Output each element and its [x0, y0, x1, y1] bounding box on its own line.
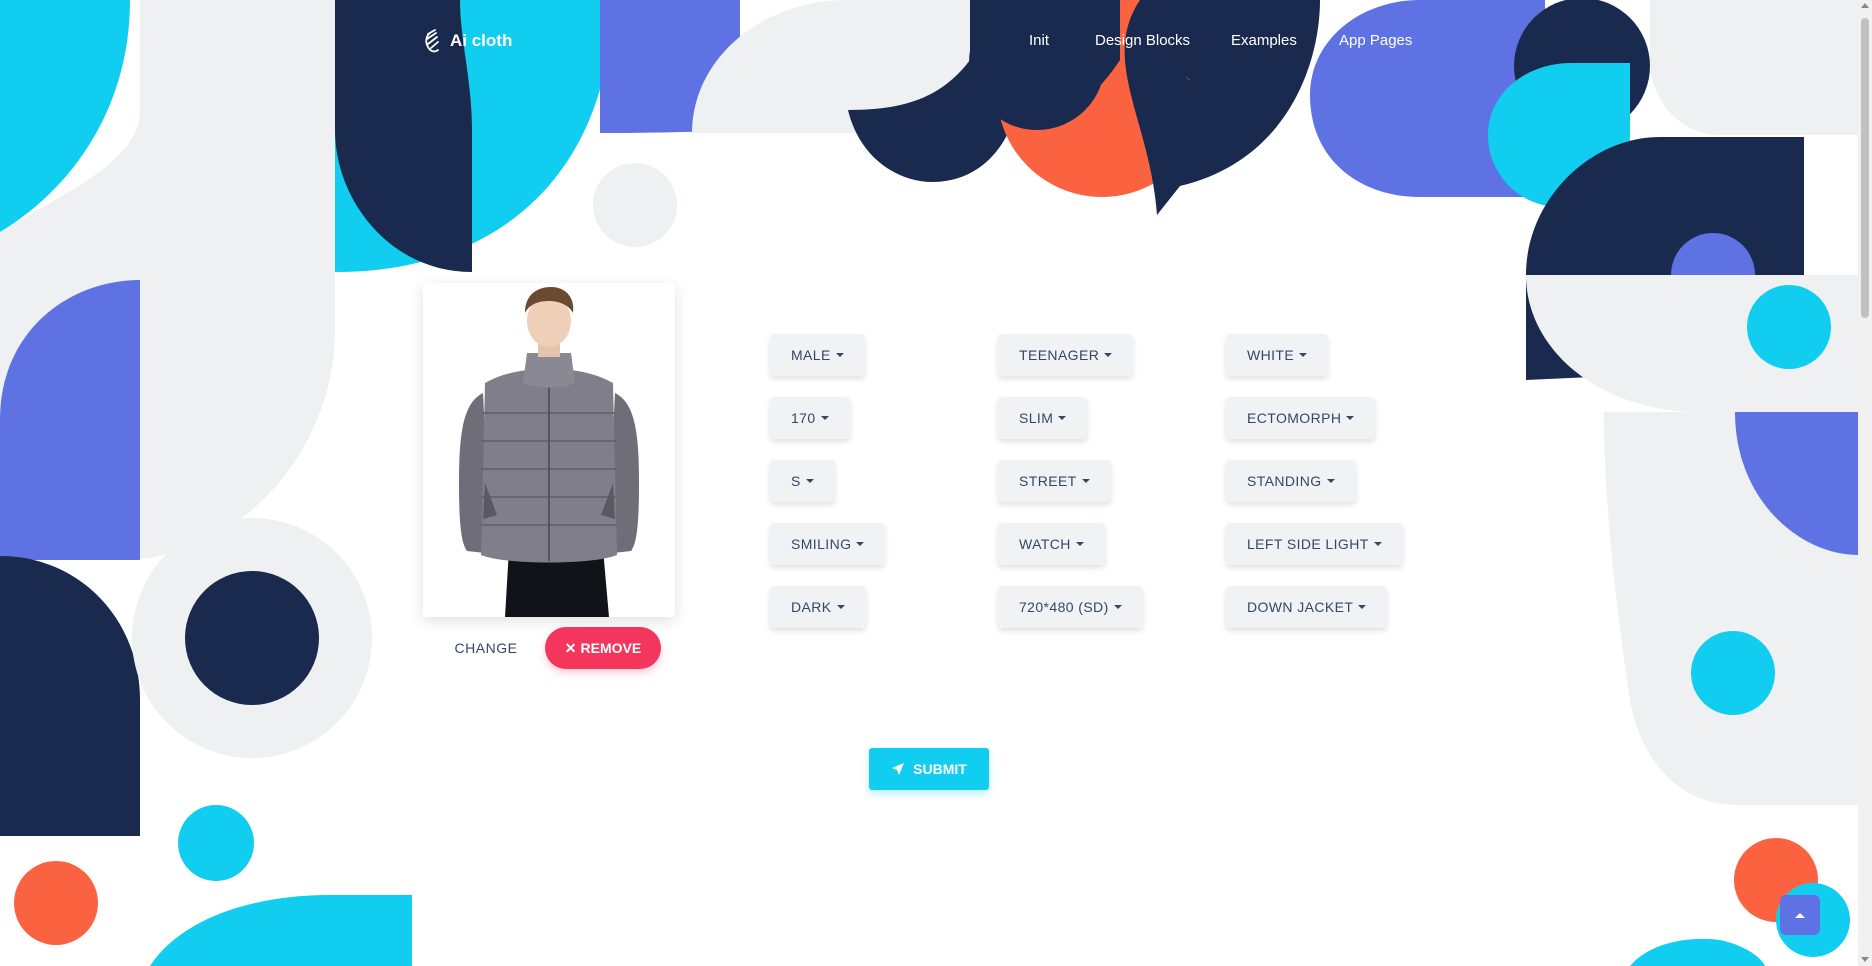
dropdown-pose-value: STANDING: [1247, 473, 1322, 489]
caret-down-icon: [835, 353, 844, 357]
caret-down-icon: [1081, 479, 1090, 483]
dropdown-garment-value: DOWN JACKET: [1247, 599, 1354, 615]
dropdown-lighting-value: LEFT SIDE LIGHT: [1247, 536, 1369, 552]
nav-link-init[interactable]: Init: [1029, 32, 1049, 49]
brand-name: Ai cloth: [450, 31, 513, 50]
dropdown-age[interactable]: TEENAGER: [998, 334, 1134, 376]
model-photo-image: [423, 283, 675, 617]
caret-down-icon: [1104, 353, 1113, 357]
send-icon: [892, 763, 905, 775]
page-scrollbar[interactable]: [1858, 0, 1872, 966]
scroll-down-arrow-icon[interactable]: [1861, 957, 1869, 962]
dropdown-build[interactable]: SLIM: [998, 397, 1088, 439]
dropdown-build-value: SLIM: [1019, 410, 1054, 426]
caret-down-icon: [1346, 416, 1355, 420]
caret-down-icon: [1058, 416, 1067, 420]
dropdown-resolution-value: 720*480 (SD): [1019, 599, 1109, 615]
dropdown-gender-value: MALE: [791, 347, 831, 363]
nav-link-examples[interactable]: Examples: [1231, 32, 1297, 49]
scroll-thumb[interactable]: [1861, 18, 1869, 318]
scroll-to-top-button[interactable]: [1780, 895, 1820, 935]
dropdown-expression[interactable]: SMILING: [770, 523, 886, 565]
nav-link-app-pages[interactable]: App Pages: [1339, 32, 1412, 49]
chevron-up-icon: [1795, 913, 1805, 918]
brand-logo[interactable]: Ai cloth: [424, 28, 512, 54]
dropdown-gender[interactable]: MALE: [770, 334, 865, 376]
submit-button[interactable]: SUBMIT: [869, 748, 989, 790]
dropdown-size-value: S: [791, 473, 801, 489]
dropdown-size[interactable]: S: [770, 460, 835, 502]
close-icon: ✕: [564, 639, 577, 656]
dropdown-lighting[interactable]: LEFT SIDE LIGHT: [1226, 523, 1403, 565]
dropdown-hair[interactable]: DARK: [770, 586, 866, 628]
dropdown-body-type-value: ECTOMORPH: [1247, 410, 1342, 426]
dropdown-expression-value: SMILING: [791, 536, 852, 552]
caret-down-icon: [1113, 605, 1122, 609]
dropdown-body-type[interactable]: ECTOMORPH: [1226, 397, 1376, 439]
dropdown-height[interactable]: 170: [770, 397, 850, 439]
nav-link-design-blocks[interactable]: Design Blocks: [1095, 32, 1190, 49]
change-button[interactable]: CHANGE: [448, 627, 524, 669]
dropdown-accessory[interactable]: WATCH: [998, 523, 1105, 565]
caret-down-icon: [1326, 479, 1335, 483]
background-shapes: [0, 0, 1858, 966]
dropdown-garment[interactable]: DOWN JACKET: [1226, 586, 1388, 628]
caret-down-icon: [820, 416, 829, 420]
caret-down-icon: [836, 605, 845, 609]
dropdown-resolution[interactable]: 720*480 (SD): [998, 586, 1143, 628]
dropdown-hair-value: DARK: [791, 599, 832, 615]
dropdown-scene[interactable]: STREET: [998, 460, 1111, 502]
hand-logo-icon: [425, 29, 439, 53]
dropdown-height-value: 170: [791, 410, 816, 426]
caret-down-icon: [1373, 542, 1382, 546]
dropdown-pose[interactable]: STANDING: [1226, 460, 1356, 502]
caret-down-icon: [1358, 605, 1367, 609]
caret-down-icon: [856, 542, 865, 546]
remove-label: REMOVE: [580, 640, 642, 656]
caret-down-icon: [1299, 353, 1308, 357]
dropdown-age-value: TEENAGER: [1019, 347, 1100, 363]
caret-down-icon: [1075, 542, 1084, 546]
caret-down-icon: [805, 479, 814, 483]
uploaded-photo: [423, 283, 675, 617]
submit-label: SUBMIT: [913, 761, 967, 777]
navbar: Ai cloth Init Design Blocks Examples App…: [0, 0, 1872, 86]
dropdown-skin-value: WHITE: [1247, 347, 1295, 363]
dropdown-accessory-value: WATCH: [1019, 536, 1071, 552]
dropdown-skin[interactable]: WHITE: [1226, 334, 1329, 376]
remove-button[interactable]: ✕ REMOVE: [545, 627, 661, 669]
dropdown-scene-value: STREET: [1019, 473, 1077, 489]
scroll-up-arrow-icon[interactable]: [1861, 3, 1869, 8]
